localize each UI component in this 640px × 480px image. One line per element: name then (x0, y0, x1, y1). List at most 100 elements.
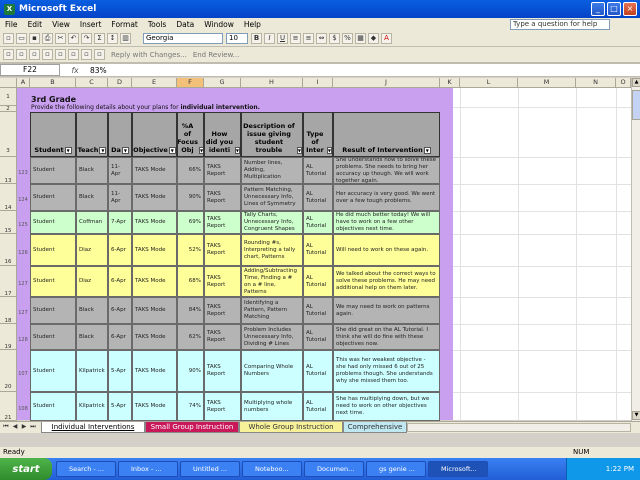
align-center-icon[interactable]: ≡ (303, 33, 314, 44)
menu-data[interactable]: Data (171, 20, 199, 29)
font-color-icon[interactable]: A (381, 33, 392, 44)
end-review-button[interactable]: End Review... (193, 51, 240, 59)
col-header-g[interactable]: G (204, 78, 241, 88)
tab-individual-interventions[interactable]: Individual Interventions (41, 422, 145, 433)
cell-type[interactable]: AL Tutorial (303, 297, 333, 324)
open-icon[interactable]: ▭ (16, 33, 27, 44)
row-header-14[interactable]: 14 (0, 184, 17, 211)
cell-teacher[interactable]: Diaz (76, 266, 108, 297)
cell-type[interactable]: AL Tutorial (303, 266, 333, 297)
cell-issue[interactable]: Identifying a Pattern, Pattern Matching (241, 297, 303, 324)
cell-date[interactable]: 7-Apr (108, 211, 132, 234)
underline-icon[interactable]: U (277, 33, 288, 44)
row-header-13[interactable]: 13 (0, 157, 17, 184)
row-header-18[interactable]: 18 (0, 297, 17, 324)
scroll-thumb[interactable] (632, 90, 640, 120)
cell-teacher[interactable]: Black (76, 184, 108, 211)
fill-color-icon[interactable]: ◆ (368, 33, 379, 44)
cell-objective[interactable]: TAKS Mode (132, 157, 177, 184)
vertical-scrollbar[interactable]: ▲ ▼ (631, 78, 640, 421)
cell-how[interactable]: TAKS Report (204, 297, 241, 324)
cell-type[interactable]: AL Tutorial (303, 392, 333, 421)
filter-dropdown-icon[interactable]: ▼ (423, 147, 431, 154)
cell-date[interactable]: 11-Apr (108, 184, 132, 211)
cell-type[interactable]: AL Tutorial (303, 211, 333, 234)
last-sheet-icon[interactable]: ⏭ (29, 423, 37, 432)
fx-icon[interactable]: fx (60, 66, 90, 75)
autosum-icon[interactable]: Σ (94, 33, 105, 44)
cell-teacher[interactable]: Diaz (76, 234, 108, 266)
cell-teacher[interactable]: Kilpatrick (76, 350, 108, 392)
cell-how[interactable]: TAKS Report (204, 350, 241, 392)
cell-date[interactable]: 5-Apr (108, 392, 132, 421)
row-header-21[interactable]: 21 (0, 392, 17, 421)
cell-student[interactable]: Student (30, 324, 76, 350)
cell-issue[interactable]: Problem Includes Unnecessary Info, Divid… (241, 324, 303, 350)
col-header-d[interactable]: D (108, 78, 132, 88)
cell-how[interactable]: TAKS Report (204, 324, 241, 350)
font-size-select[interactable]: 10 (226, 33, 248, 44)
cell-issue[interactable]: Number lines, Adding, Multiplication (241, 157, 303, 184)
col-header-a[interactable]: A (17, 78, 30, 88)
review-icon-4[interactable]: ▫ (42, 49, 53, 60)
cell-result[interactable]: This was her weakest objective - she had… (333, 350, 440, 392)
cell-how[interactable]: TAKS Report (204, 211, 241, 234)
cell-objective[interactable]: TAKS Mode (132, 297, 177, 324)
menu-format[interactable]: Format (106, 20, 142, 29)
cell-issue[interactable]: Rounding #s, Interpreting a tally chart,… (241, 234, 303, 266)
tab-comprehensive[interactable]: Comprehensive (343, 422, 407, 433)
menu-help[interactable]: Help (239, 20, 266, 29)
cell-issue[interactable]: Comparing Whole Numbers (241, 350, 303, 392)
task-search[interactable]: Search - ... (56, 461, 116, 477)
align-left-icon[interactable]: ≡ (290, 33, 301, 44)
horizontal-scrollbar[interactable] (407, 423, 631, 432)
menu-insert[interactable]: Insert (75, 20, 107, 29)
filter-dropdown-icon[interactable]: ▼ (296, 147, 302, 154)
col-header-i[interactable]: I (303, 78, 333, 88)
prev-sheet-icon[interactable]: ◀ (11, 423, 19, 432)
task-notebook[interactable]: Noteboo... (242, 461, 302, 477)
cell-objective[interactable]: TAKS Mode (132, 184, 177, 211)
scroll-up-icon[interactable]: ▲ (632, 78, 640, 87)
row-header-19[interactable]: 19 (0, 324, 17, 350)
cell-how[interactable]: TAKS Report (204, 184, 241, 211)
cell-date[interactable]: 6-Apr (108, 297, 132, 324)
cell-how[interactable]: TAKS Report (204, 392, 241, 421)
header-student[interactable]: Student ▼ (30, 112, 76, 157)
cell-date[interactable]: 5-Apr (108, 350, 132, 392)
cell-student[interactable]: Student (30, 392, 76, 421)
cell-result[interactable]: Will need to work on these again. (333, 234, 440, 266)
cell-type[interactable]: AL Tutorial (303, 234, 333, 266)
cell-date[interactable]: 11-Apr (108, 157, 132, 184)
cut-icon[interactable]: ✂ (55, 33, 66, 44)
header-date[interactable]: Da ▼ (108, 112, 132, 157)
cell-student[interactable]: Student (30, 234, 76, 266)
chart-icon[interactable]: ▥ (120, 33, 131, 44)
cell-objective[interactable]: TAKS Mode (132, 234, 177, 266)
cell-student[interactable]: Student (30, 350, 76, 392)
clock[interactable]: 1:22 PM (606, 465, 634, 473)
review-icon-2[interactable]: ▫ (16, 49, 27, 60)
cell-student[interactable]: Student (30, 184, 76, 211)
cell-how[interactable]: TAKS Report (204, 234, 241, 266)
header-identified[interactable]: How did you identi ▼ (204, 112, 241, 157)
undo-icon[interactable]: ↶ (68, 33, 79, 44)
cell-objective[interactable]: TAKS Mode (132, 324, 177, 350)
reply-with-changes-button[interactable]: Reply with Changes... (111, 51, 187, 59)
cell-teacher[interactable]: Black (76, 157, 108, 184)
row-header-17[interactable]: 17 (0, 266, 17, 297)
help-search-input[interactable]: Type a question for help (510, 19, 610, 30)
scroll-down-icon[interactable]: ▼ (632, 411, 640, 420)
cell-result[interactable]: We may need to work on patterns again. (333, 297, 440, 324)
col-header-j[interactable]: J (333, 78, 440, 88)
cell-how[interactable]: TAKS Report (204, 266, 241, 297)
filter-dropdown-icon[interactable]: ▼ (168, 147, 176, 154)
cell-type[interactable]: AL Tutorial (303, 157, 333, 184)
font-select[interactable]: Georgia (143, 33, 223, 44)
cell-issue[interactable]: Tally Charts, Unnecessary Info, Congruen… (241, 211, 303, 234)
cell-teacher[interactable]: Coffman (76, 211, 108, 234)
col-header-l[interactable]: L (460, 78, 518, 88)
cell-result[interactable]: He did much better today! We will have t… (333, 211, 440, 234)
row-header-16[interactable]: 16 (0, 234, 17, 266)
row-header-1[interactable]: 1 (0, 88, 17, 106)
